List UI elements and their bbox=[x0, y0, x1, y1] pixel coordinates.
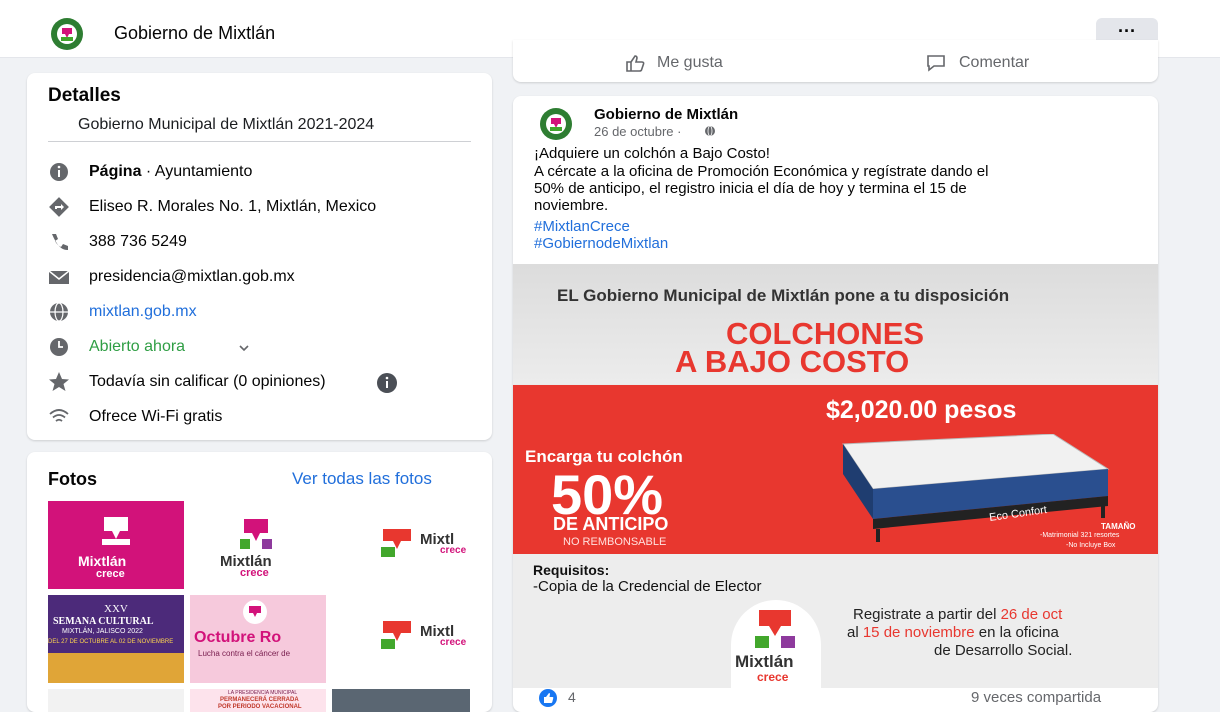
phone-icon bbox=[52, 234, 68, 251]
comment-icon bbox=[927, 55, 945, 72]
photo-thumbnail[interactable]: Mixtl crece bbox=[332, 501, 470, 589]
thumb-text: XXV bbox=[104, 603, 128, 615]
page-name[interactable]: Gobierno de Mixtlán bbox=[114, 23, 275, 44]
thumb-text: Octubre Ro bbox=[194, 629, 282, 646]
rating-text: Todavía sin calificar (0 opiniones) bbox=[89, 373, 326, 390]
ad-size-line: -Matrimonial 321 resortes bbox=[1040, 532, 1120, 539]
divider bbox=[48, 141, 471, 142]
ad-register-line3: de Desarrollo Social. bbox=[934, 642, 1073, 659]
comment-button[interactable]: Comentar bbox=[959, 54, 1029, 72]
chevron-down-icon[interactable] bbox=[238, 344, 250, 352]
ad-logo-subtext: crece bbox=[757, 670, 789, 684]
thumb-subtext: MIXTLÁN, JALISCO 2022 bbox=[62, 628, 143, 635]
mixtlan-logo-icon bbox=[381, 621, 411, 649]
star-icon bbox=[49, 372, 69, 391]
ad-requirements-title: Requisitos: bbox=[533, 562, 610, 578]
like-button[interactable]: Me gusta bbox=[657, 54, 723, 72]
author-avatar[interactable] bbox=[534, 106, 580, 142]
ad-size-line: -No Incluye Box bbox=[1066, 542, 1116, 549]
thumb-subtext: POR PERIODO VACACIONAL bbox=[218, 704, 302, 710]
ad-logo-text: Mixtlán bbox=[735, 652, 794, 671]
wifi-text: Ofrece Wi-Fi gratis bbox=[89, 408, 223, 425]
page-logo-icon[interactable] bbox=[48, 16, 98, 52]
ad-title-line2: A BAJO COSTO bbox=[675, 344, 910, 379]
photo-thumbnail[interactable] bbox=[332, 689, 470, 712]
ad-nonrefund: NO REMBONSABLE bbox=[563, 536, 667, 548]
ad-size-title: TAMAÑO bbox=[1101, 522, 1136, 531]
photo-thumbnail[interactable] bbox=[48, 689, 184, 712]
clock-icon bbox=[50, 338, 68, 356]
email-text[interactable]: presidencia@mixtlan.gob.mx bbox=[89, 268, 295, 286]
ad-price: $2,020.00 pesos bbox=[826, 396, 1017, 424]
post-text-line: 50% de anticipo, el registro inicia el d… bbox=[534, 180, 967, 197]
photo-thumbnail[interactable]: XXV SEMANA CULTURAL MIXTLÁN, JALISCO 202… bbox=[48, 595, 184, 683]
thumb-text: LA PRESIDENCIA MUNICIPAL bbox=[228, 690, 298, 696]
post-text-line: noviembre. bbox=[534, 197, 609, 214]
mixtlan-logo-icon bbox=[240, 519, 272, 549]
like-reaction-icon[interactable] bbox=[538, 688, 558, 708]
details-card: Detalles Gobierno Municipal de Mixtlán 2… bbox=[27, 73, 492, 440]
post-date[interactable]: 26 de octubre · bbox=[594, 124, 681, 139]
globe-icon bbox=[705, 125, 715, 137]
mixtlan-logo-icon bbox=[102, 517, 130, 545]
envelope-icon bbox=[48, 270, 70, 284]
previous-post-actions: Me gusta Comentar bbox=[513, 40, 1158, 82]
hashtag-link[interactable]: #GobiernodeMixtlan bbox=[534, 235, 668, 252]
thumb-subtext: crece bbox=[440, 637, 467, 648]
photo-thumbnail[interactable]: Octubre Ro Lucha contra el cáncer de bbox=[190, 595, 326, 683]
page-type-value: · Ayuntamiento bbox=[141, 163, 253, 180]
post-image[interactable]: EL Gobierno Municipal de Mixtlán pone a … bbox=[513, 264, 1158, 688]
post-text-line: ¡Adquiere un colchón a Bajo Costo! bbox=[534, 145, 770, 162]
thumb-text: Mixtlán bbox=[78, 553, 127, 569]
phone-text[interactable]: 388 736 5249 bbox=[89, 233, 187, 251]
globe-icon bbox=[50, 302, 68, 322]
mixtlan-logo-icon bbox=[243, 600, 267, 624]
thumb-subtext: PERMANECERÁ CERRADA bbox=[220, 697, 299, 703]
like-icon bbox=[626, 55, 645, 72]
thumb-subtext: crece bbox=[96, 568, 125, 580]
mixtlan-logo-icon bbox=[755, 610, 795, 648]
details-title: Detalles bbox=[48, 85, 121, 106]
info-icon bbox=[50, 163, 68, 181]
directions-icon bbox=[49, 197, 69, 217]
thumb-subtext: Lucha contra el cáncer de bbox=[198, 649, 291, 658]
wifi-icon bbox=[49, 409, 69, 422]
photo-thumbnail[interactable]: LA PRESIDENCIA MUNICIPAL PERMANECERÁ CER… bbox=[190, 689, 326, 712]
see-all-photos-link[interactable]: Ver todas las fotos bbox=[292, 469, 432, 489]
mattress-illustration bbox=[842, 434, 1110, 542]
page-description: Gobierno Municipal de Mixtlán 2021-2024 bbox=[78, 116, 375, 133]
photos-title: Fotos bbox=[48, 469, 97, 489]
ad-deposit: DE ANTICIPO bbox=[553, 514, 669, 534]
reactions-count[interactable]: 4 bbox=[568, 689, 576, 705]
hashtag-link[interactable]: #MixtlanCrece bbox=[534, 218, 630, 235]
thumb-subtext: crece bbox=[240, 567, 269, 579]
ad-register-line2: al 15 de noviembre en la oficina bbox=[847, 624, 1059, 641]
photo-thumbnail[interactable]: Mixtl crece bbox=[332, 595, 470, 683]
photo-thumbnail[interactable]: Mixtlán crece bbox=[48, 501, 184, 589]
thumb-subtext: DEL 27 DE OCTUBRE AL 02 DE NOVIEMBRE bbox=[48, 639, 174, 645]
hours-status[interactable]: Abierto ahora bbox=[89, 338, 185, 356]
thumb-subtext: crece bbox=[440, 545, 467, 556]
website-link[interactable]: mixtlan.gob.mx bbox=[89, 303, 197, 321]
thumb-subtext: SEMANA CULTURAL bbox=[53, 616, 154, 627]
page-type-label: Página bbox=[89, 163, 142, 180]
rating-info-icon[interactable] bbox=[376, 372, 398, 394]
mixtlan-logo-icon bbox=[381, 529, 411, 557]
photo-thumbnail[interactable]: Mixtlán crece bbox=[190, 501, 326, 589]
ad-requirement: -Copia de la Credencial de Elector bbox=[533, 578, 762, 595]
address-text[interactable]: Eliseo R. Morales No. 1, Mixtlán, Mexico bbox=[89, 198, 376, 216]
post-author[interactable]: Gobierno de Mixtlán bbox=[594, 106, 738, 123]
ad-register-line1: Registrate a partir del 26 de oct bbox=[853, 606, 1063, 623]
photos-card: Fotos Ver todas las fotos Mixtlán crece … bbox=[27, 452, 492, 712]
post-card: Gobierno de Mixtlán 26 de octubre · ¡Adq… bbox=[513, 96, 1158, 712]
post-text-line: A cércate a la oficina de Promoción Econ… bbox=[534, 163, 989, 180]
ad-headline: EL Gobierno Municipal de Mixtlán pone a … bbox=[557, 286, 1010, 305]
shares-count[interactable]: 9 veces compartida bbox=[971, 689, 1101, 706]
thumb-decoration bbox=[48, 653, 184, 683]
